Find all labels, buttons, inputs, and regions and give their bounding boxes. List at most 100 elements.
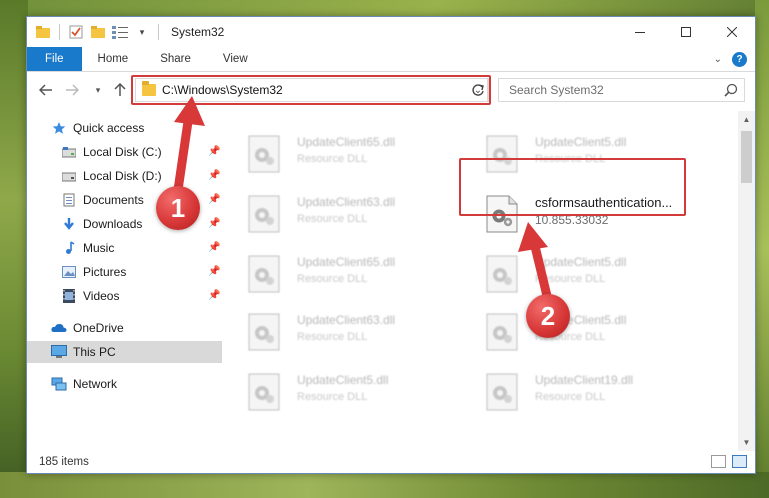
customize-dropdown-icon[interactable]: ▾: [134, 24, 150, 40]
annotation-highlight-file: [459, 158, 686, 216]
forward-arrow-icon[interactable]: [61, 79, 83, 101]
vertical-scrollbar[interactable]: ▲ ▼: [738, 111, 755, 451]
close-button[interactable]: [709, 17, 755, 47]
file-name: UpdateClient63.dll: [297, 313, 396, 327]
sidebar-item-local-disk-d[interactable]: Local Disk (D:) 📌: [27, 165, 222, 187]
window-controls: [617, 17, 755, 47]
pin-icon[interactable]: 📌: [208, 218, 220, 230]
sidebar-item-label: This PC: [73, 345, 116, 359]
search-input[interactable]: Search System32: [498, 78, 745, 102]
file-item[interactable]: UpdateClient5.dll Resource DLL: [485, 309, 715, 357]
sidebar-item-label: Local Disk (D:): [83, 169, 162, 183]
file-name: UpdateClient5.dll: [535, 255, 627, 269]
dll-settings-file-icon: [486, 373, 518, 411]
view-details-icon[interactable]: [112, 24, 128, 40]
details-view-icon[interactable]: [711, 455, 726, 468]
sidebar-item-network[interactable]: Network: [27, 373, 222, 395]
folder-icon[interactable]: [35, 24, 51, 40]
star-icon: [51, 120, 67, 136]
sidebar-item-label: Local Disk (C:): [83, 145, 162, 159]
toolbar-divider: [158, 24, 159, 40]
video-film-icon: [61, 288, 77, 304]
up-arrow-icon[interactable]: [109, 79, 131, 101]
properties-checkmark-icon[interactable]: [68, 24, 84, 40]
back-arrow-icon[interactable]: [35, 79, 57, 101]
file-item[interactable]: UpdateClient5.dll Resource DLL: [247, 369, 477, 417]
search-placeholder: Search System32: [509, 83, 604, 97]
sidebar-item-label: Downloads: [83, 217, 143, 231]
sidebar-item-pictures[interactable]: Pictures 📌: [27, 261, 222, 283]
view-switcher: [711, 455, 747, 468]
file-item[interactable]: UpdateClient65.dll Resource DLL: [247, 131, 477, 179]
desktop-background-right: [755, 0, 769, 498]
file-item[interactable]: UpdateClient63.dll Resource DLL: [247, 191, 477, 239]
search-icon[interactable]: [724, 83, 738, 97]
drive-icon: [61, 144, 77, 160]
file-name: UpdateClient63.dll: [297, 195, 396, 209]
expand-ribbon-icon[interactable]: ⌄: [714, 54, 722, 65]
file-name: UpdateClient65.dll: [297, 135, 396, 149]
tab-file[interactable]: File: [27, 47, 82, 71]
desktop-background-left: [0, 0, 28, 498]
pin-icon[interactable]: 📌: [208, 242, 220, 254]
file-description: Resource DLL: [535, 391, 606, 403]
sidebar-item-quick-access[interactable]: Quick access: [27, 117, 222, 139]
pin-icon[interactable]: 📌: [208, 266, 220, 278]
pin-icon[interactable]: 📌: [208, 290, 220, 302]
download-arrow-icon: [61, 216, 77, 232]
file-item[interactable]: UpdateClient5.dll Resource DLL: [485, 251, 715, 299]
annotation-highlight-address: [131, 75, 491, 105]
tab-share[interactable]: Share: [144, 47, 207, 71]
file-description: Resource DLL: [297, 391, 368, 403]
dll-settings-file-icon: [486, 255, 518, 293]
file-name: UpdateClient19.dll: [535, 373, 634, 387]
scrollbar-thumb[interactable]: [741, 131, 752, 183]
file-description: Resource DLL: [535, 273, 606, 285]
sidebar-item-this-pc[interactable]: This PC: [27, 341, 222, 363]
sidebar-item-local-disk-c[interactable]: Local Disk (C:) 📌: [27, 141, 222, 163]
sidebar-item-label: Network: [73, 377, 118, 391]
dll-settings-file-icon: [248, 313, 280, 351]
desktop-background-bottom: [0, 472, 769, 498]
tab-view[interactable]: View: [207, 47, 264, 71]
quick-access-toolbar: ▾: [27, 24, 161, 40]
annotation-step-2-badge: 2: [526, 294, 570, 338]
drive-icon: [61, 168, 77, 184]
dll-settings-file-icon: [248, 135, 280, 173]
sidebar-item-label: Music: [83, 241, 115, 255]
pin-icon[interactable]: 📌: [208, 194, 220, 206]
minimize-button[interactable]: [617, 17, 663, 47]
navigation-pane: Quick access Local Disk (C:) 📌 Local Dis…: [27, 111, 222, 451]
scroll-down-arrow-icon[interactable]: ▼: [738, 434, 755, 451]
sidebar-item-label: Videos: [83, 289, 120, 303]
sidebar-item-onedrive[interactable]: OneDrive: [27, 317, 222, 339]
sidebar-item-label: Documents: [83, 193, 144, 207]
sidebar-item-label: OneDrive: [73, 321, 124, 335]
file-item[interactable]: UpdateClient19.dll Resource DLL: [485, 369, 715, 417]
file-item[interactable]: UpdateClient65.dll Resource DLL: [247, 251, 477, 299]
status-bar: 185 items: [27, 451, 755, 473]
sidebar-item-music[interactable]: Music 📌: [27, 237, 222, 259]
pin-icon[interactable]: 📌: [208, 170, 220, 182]
documents-icon: [61, 192, 77, 208]
sidebar-item-label: Pictures: [83, 265, 127, 279]
dll-settings-file-icon: [486, 313, 518, 351]
question-icon[interactable]: ?: [732, 52, 747, 67]
tiles-view-icon[interactable]: [732, 455, 747, 468]
maximize-button[interactable]: [663, 17, 709, 47]
file-name: UpdateClient65.dll: [297, 255, 396, 269]
monitor-icon: [51, 344, 67, 360]
cloud-icon: [51, 320, 67, 336]
dll-settings-file-icon: [248, 255, 280, 293]
pin-icon[interactable]: 📌: [208, 146, 220, 158]
recent-locations-dropdown-icon[interactable]: ▾: [87, 79, 109, 101]
tab-home[interactable]: Home: [82, 47, 145, 71]
file-description: Resource DLL: [297, 273, 368, 285]
scroll-up-arrow-icon[interactable]: ▲: [738, 111, 755, 128]
file-item[interactable]: UpdateClient63.dll Resource DLL: [247, 309, 477, 357]
dll-settings-file-icon: [248, 195, 280, 233]
new-folder-icon[interactable]: [90, 24, 106, 40]
pictures-icon: [61, 264, 77, 280]
sidebar-item-videos[interactable]: Videos 📌: [27, 285, 222, 307]
file-description: Resource DLL: [297, 331, 368, 343]
